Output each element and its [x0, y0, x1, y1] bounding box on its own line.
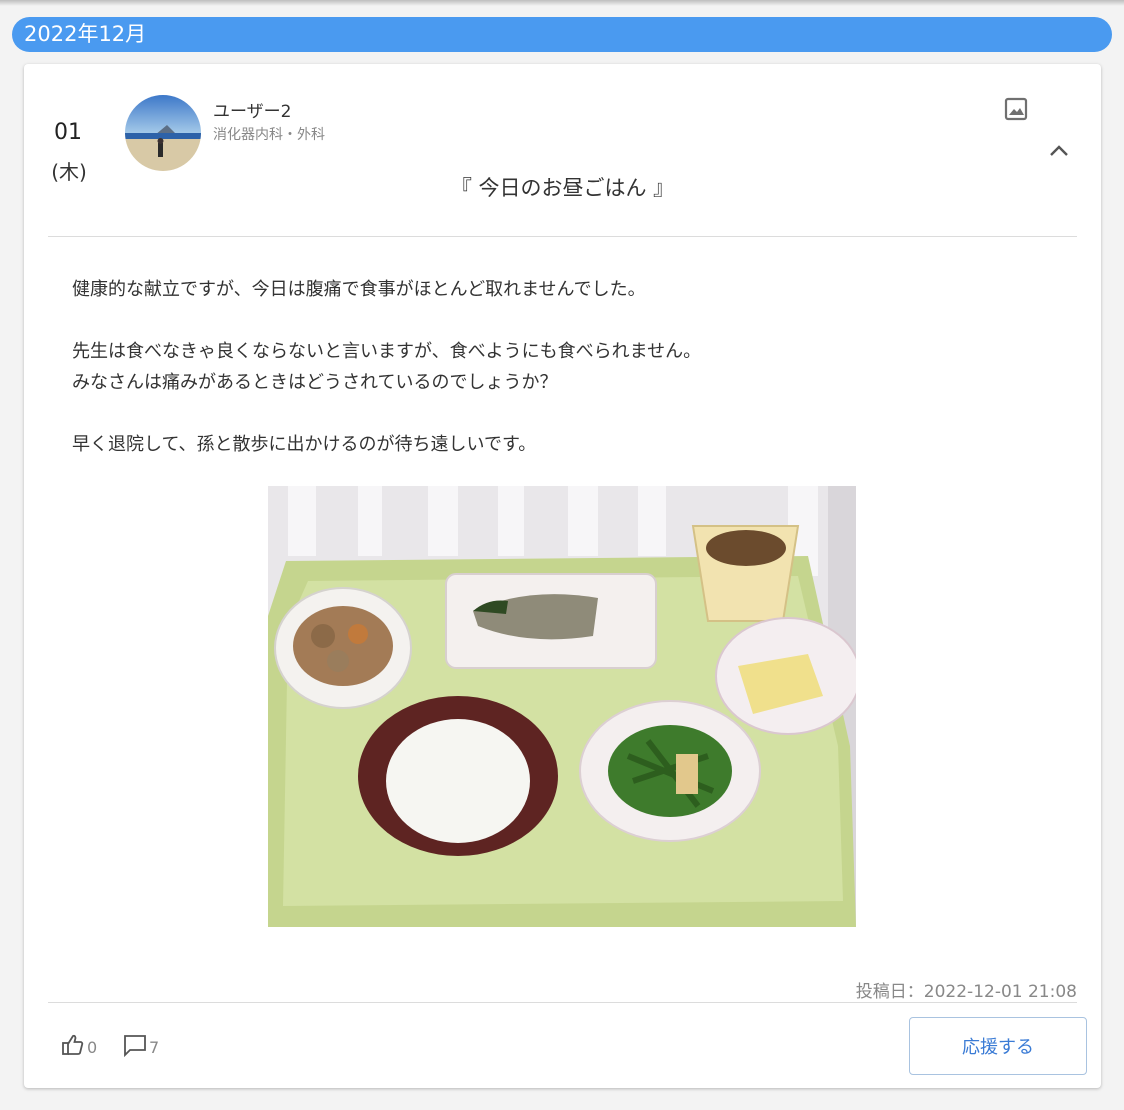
- thumbs-up-icon: [60, 1032, 86, 1062]
- post-body-line: 早く退院して、孫と散歩に出かけるのが待ち遠しいです。: [72, 434, 537, 455]
- post-day: 01: [54, 120, 82, 145]
- footer-divider: [48, 1002, 1077, 1003]
- month-header: 2022年12月: [12, 17, 1112, 52]
- user-department: 消化器内科・外科: [213, 127, 325, 143]
- avatar[interactable]: [125, 95, 201, 171]
- post-body-line: 健康的な献立ですが、今日は腹痛で食事がほとんど取れませんでした。: [72, 279, 646, 300]
- cheer-button[interactable]: 応援する: [909, 1017, 1087, 1075]
- post-body-line: 先生は食べなきゃ良くならないと言いますが、食べようにも食べられません。: [72, 341, 702, 362]
- comment-icon: [122, 1032, 148, 1062]
- post-body-gap: [72, 398, 1062, 429]
- post-body-line: みなさんは痛みがあるときはどうされているのでしょうか？: [72, 372, 558, 393]
- top-shadow: [0, 0, 1124, 6]
- post-body: 健康的な献立ですが、今日は腹痛で食事がほとんど取れませんでした。 先生は食べなき…: [72, 274, 1062, 460]
- comment-button[interactable]: 7: [122, 1034, 159, 1060]
- like-button[interactable]: 0: [60, 1034, 97, 1060]
- like-count: 0: [87, 1037, 98, 1057]
- post-photo[interactable]: [268, 486, 861, 927]
- post-body-gap: [72, 305, 1062, 336]
- post-title: 『 今日のお昼ごはん 』: [450, 176, 675, 200]
- user-name[interactable]: ユーザー2: [213, 97, 291, 122]
- comment-count: 7: [149, 1037, 160, 1057]
- header-divider: [48, 236, 1077, 237]
- post-date: 投稿日：2022-12-01 21:08: [855, 982, 1077, 1002]
- chevron-up-icon[interactable]: [1046, 138, 1072, 164]
- post-card: 01 (木) ユーザー2 消化器内科・外科 『 今日のお昼ごはん 』 健康的な献…: [24, 64, 1101, 1088]
- image-icon[interactable]: [1004, 97, 1028, 121]
